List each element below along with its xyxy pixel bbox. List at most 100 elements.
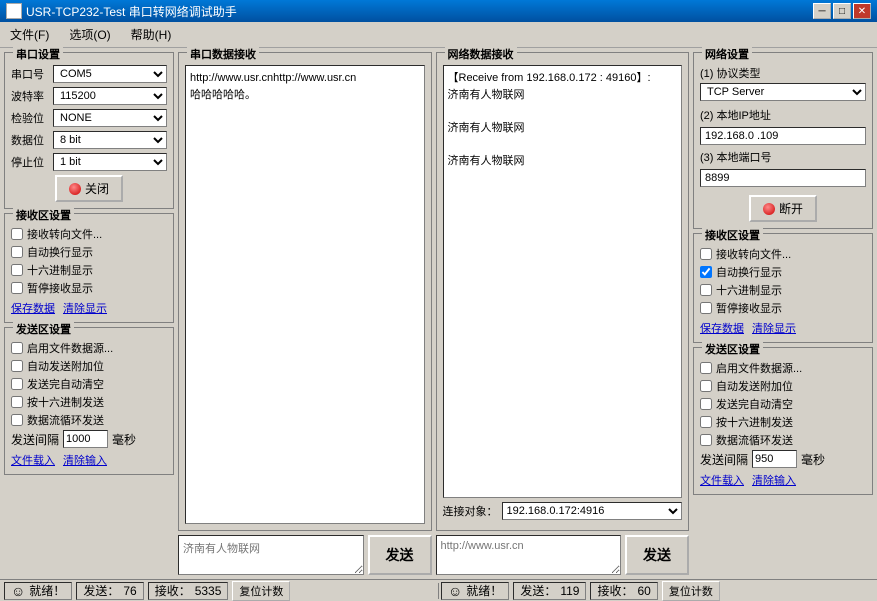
window-title: USR-TCP232-Test 串口转网络调试助手 [26,3,237,20]
serial-send-button[interactable]: 发送 [368,535,432,575]
network-send-count: 发送： 119 [513,582,586,600]
baud-select[interactable]: 115200 [53,87,167,105]
stop-select[interactable]: 1 bit [53,153,167,171]
serial-recv-label-0: 接收转向文件... [27,226,102,242]
serial-interval-row: 发送间隔 毫秒 [11,430,167,448]
serial-recv-check-1[interactable] [11,246,23,258]
serial-send-row: 发送 [178,535,432,575]
net-send-check-0[interactable] [700,362,712,374]
serial-close-button[interactable]: 关闭 [55,175,123,202]
net-interval-input[interactable] [752,450,797,468]
baud-label: 波特率 [11,88,53,104]
net-send-check-4[interactable] [700,434,712,446]
net-recv-check-2[interactable] [700,284,712,296]
net-recv-label-3: 暂停接收显示 [716,300,782,316]
maximize-button[interactable]: □ [833,3,851,19]
network-recv-label: 接收： [597,582,633,599]
serial-send-settings-group: 发送区设置 启用文件数据源... 自动发送附加位 发送完自动清空 按十六进制发送… [4,327,174,475]
net-send-label-1: 自动发送附加位 [716,378,793,394]
serial-save-data-link[interactable]: 保存数据 [11,300,55,316]
net-interval-row: 发送间隔 毫秒 [700,450,866,468]
net-send-check-3[interactable] [700,416,712,428]
serial-send-opt-4: 数据流循环发送 [11,412,167,428]
net-file-link[interactable]: 文件载入 [700,472,744,488]
data-select[interactable]: 8 bit [53,131,167,149]
menu-options[interactable]: 选项(O) [63,24,116,45]
serial-send-value: 76 [123,584,136,598]
serial-send-input[interactable] [178,535,364,575]
net-recv-opt-1: 自动换行显示 [700,264,866,280]
serial-interval-unit: 毫秒 [112,431,136,448]
serial-data-textarea[interactable]: http://www.usr.cnhttp://www.usr.cn 哈哈哈哈哈… [185,65,425,524]
check-label: 检验位 [11,110,53,126]
serial-receive-settings-title: 接收区设置 [13,207,74,223]
net-recv-check-3[interactable] [700,302,712,314]
network-settings-group: 网络设置 (1) 协议类型 TCP Server (2) 本地IP地址 (3) … [693,52,873,229]
check-row: 检验位 NONE [11,109,167,127]
status-bar: ☺ 就绪！ 发送： 76 接收： 5335 复位计数 ☺ 就绪！ 发送： 119… [0,579,877,601]
local-port-input[interactable] [700,169,866,187]
network-receive-settings-title: 接收区设置 [702,227,763,243]
local-ip-label: (2) 本地IP地址 [700,107,866,123]
net-send-check-2[interactable] [700,398,712,410]
minimize-button[interactable]: ─ [813,3,831,19]
net-recv-check-1[interactable] [700,266,712,278]
local-ip-input[interactable] [700,127,866,145]
net-clear-display-link[interactable]: 清除显示 [752,320,796,336]
network-data-group: 网络数据接收 【Receive from 192.168.0.172 : 491… [436,52,690,531]
net-send-label-3: 按十六进制发送 [716,414,793,430]
stop-label: 停止位 [11,154,53,170]
serial-recv-label-1: 自动换行显示 [27,244,93,260]
serial-clear-input-link[interactable]: 清除输入 [63,452,107,468]
serial-send-check-1[interactable] [11,360,23,372]
serial-send-label-2: 发送完自动清空 [27,376,104,392]
serial-recv-check-0[interactable] [11,228,23,240]
serial-send-opt-3: 按十六进制发送 [11,394,167,410]
serial-send-check-2[interactable] [11,378,23,390]
serial-send-label-0: 启用文件数据源... [27,340,113,356]
menu-help[interactable]: 帮助(H) [125,24,178,45]
serial-data-panel: 串口数据接收 http://www.usr.cnhttp://www.usr.c… [178,52,432,575]
network-send-button[interactable]: 发送 [625,535,689,575]
connect-select[interactable]: 192.168.0.172:4916 [502,502,683,520]
serial-file-link[interactable]: 文件载入 [11,452,55,468]
serial-settings-title: 串口设置 [13,46,63,62]
baud-row: 波特率 115200 [11,87,167,105]
serial-send-check-3[interactable] [11,396,23,408]
network-reset-button[interactable]: 复位计数 [662,581,720,601]
menu-file[interactable]: 文件(F) [4,24,55,45]
net-recv-check-0[interactable] [700,248,712,260]
net-clear-input-link[interactable]: 清除输入 [752,472,796,488]
title-bar: ★ USR-TCP232-Test 串口转网络调试助手 ─ □ ✕ [0,0,877,22]
check-select[interactable]: NONE [53,109,167,127]
serial-recv-check-2[interactable] [11,264,23,276]
network-send-input[interactable] [436,535,622,575]
serial-clear-display-link[interactable]: 清除显示 [63,300,107,316]
menu-bar: 文件(F) 选项(O) 帮助(H) [0,22,877,48]
serial-send-check-0[interactable] [11,342,23,354]
net-send-opt-4: 数据流循环发送 [700,432,866,448]
serial-reset-button[interactable]: 复位计数 [232,581,290,601]
network-status-section: ☺ 就绪！ 发送： 119 接收： 60 复位计数 [441,581,873,601]
net-send-label-0: 启用文件数据源... [716,360,802,376]
serial-recv-count: 接收： 5335 [148,582,229,600]
serial-data-title: 串口数据接收 [187,46,259,62]
network-send-settings-group: 发送区设置 启用文件数据源... 自动发送附加位 发送完自动清空 按十六进制发送… [693,347,873,495]
network-recv-count: 接收： 60 [590,582,657,600]
serial-send-settings-title: 发送区设置 [13,321,74,337]
net-save-data-link[interactable]: 保存数据 [700,320,744,336]
net-send-check-1[interactable] [700,380,712,392]
net-send-opt-0: 启用文件数据源... [700,360,866,376]
network-disconnect-button[interactable]: 断开 [749,195,817,222]
network-data-textarea[interactable]: 【Receive from 192.168.0.172 : 49160】: 济南… [443,65,683,498]
serial-send-check-4[interactable] [11,414,23,426]
port-select[interactable]: COM5 [53,65,167,83]
serial-recv-label-3: 暂停接收显示 [27,280,93,296]
serial-recv-check-3[interactable] [11,282,23,294]
protocol-select[interactable]: TCP Server [700,83,866,101]
close-button[interactable]: ✕ [853,3,871,19]
network-status-text: 就绪！ [466,582,502,599]
serial-interval-input[interactable] [63,430,108,448]
network-receive-settings-group: 接收区设置 接收转向文件... 自动换行显示 十六进制显示 暂停接收显示 保存数… [693,233,873,343]
network-data-title: 网络数据接收 [445,46,517,62]
